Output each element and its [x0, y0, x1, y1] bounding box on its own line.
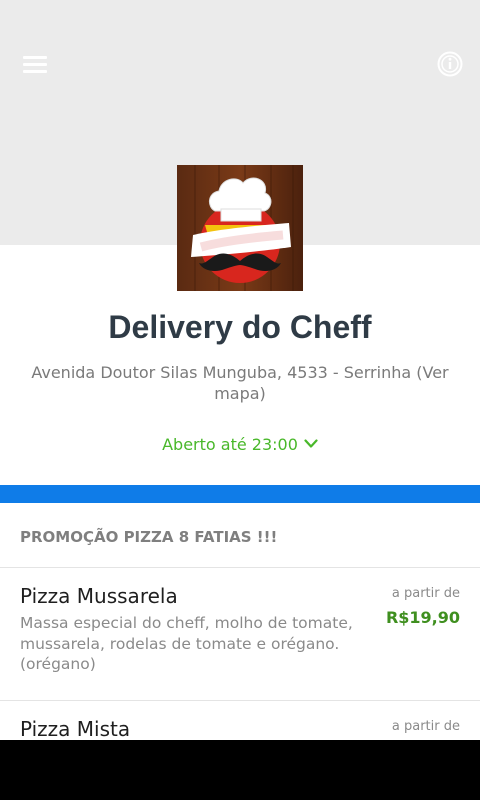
store-logo — [177, 165, 303, 291]
divider — [0, 567, 480, 568]
menu-section-title: PROMOÇÃO PIZZA 8 FATIAS !!! — [20, 528, 278, 546]
opening-hours-text: Aberto até 23:00 — [162, 435, 298, 454]
info-circle-icon — [437, 51, 463, 77]
menu-item[interactable]: Pizza Mussarela Massa especial do cheff,… — [0, 583, 480, 683]
menu-item-description: Massa especial do cheff, molho de tomate… — [20, 614, 353, 673]
store-address: Avenida Doutor Silas Munguba, 4533 - Ser… — [30, 362, 450, 404]
system-navigation-bar — [0, 740, 480, 800]
store-name: Delivery do Cheff — [108, 309, 372, 345]
address-text: Avenida Doutor Silas Munguba, 4533 - Ser… — [31, 363, 412, 382]
menu-item-price: R$19,90 — [385, 608, 460, 627]
chevron-down-icon — [304, 438, 318, 448]
hamburger-menu-icon — [23, 56, 47, 59]
price-from-label: a partir de — [391, 719, 460, 734]
divider — [0, 700, 480, 701]
hamburger-line — [23, 70, 47, 73]
info-button[interactable] — [437, 51, 463, 77]
menu-item-name: Pizza Mussarela — [20, 584, 178, 608]
hamburger-line — [23, 63, 47, 66]
delivery-do-cheff-logo — [177, 165, 303, 291]
menu-item-name: Pizza Mista — [20, 717, 131, 741]
accent-bar — [0, 485, 480, 503]
menu-button[interactable] — [20, 52, 50, 78]
price-from-label: a partir de — [391, 586, 460, 601]
opening-hours-toggle[interactable]: Aberto até 23:00 — [0, 433, 480, 457]
